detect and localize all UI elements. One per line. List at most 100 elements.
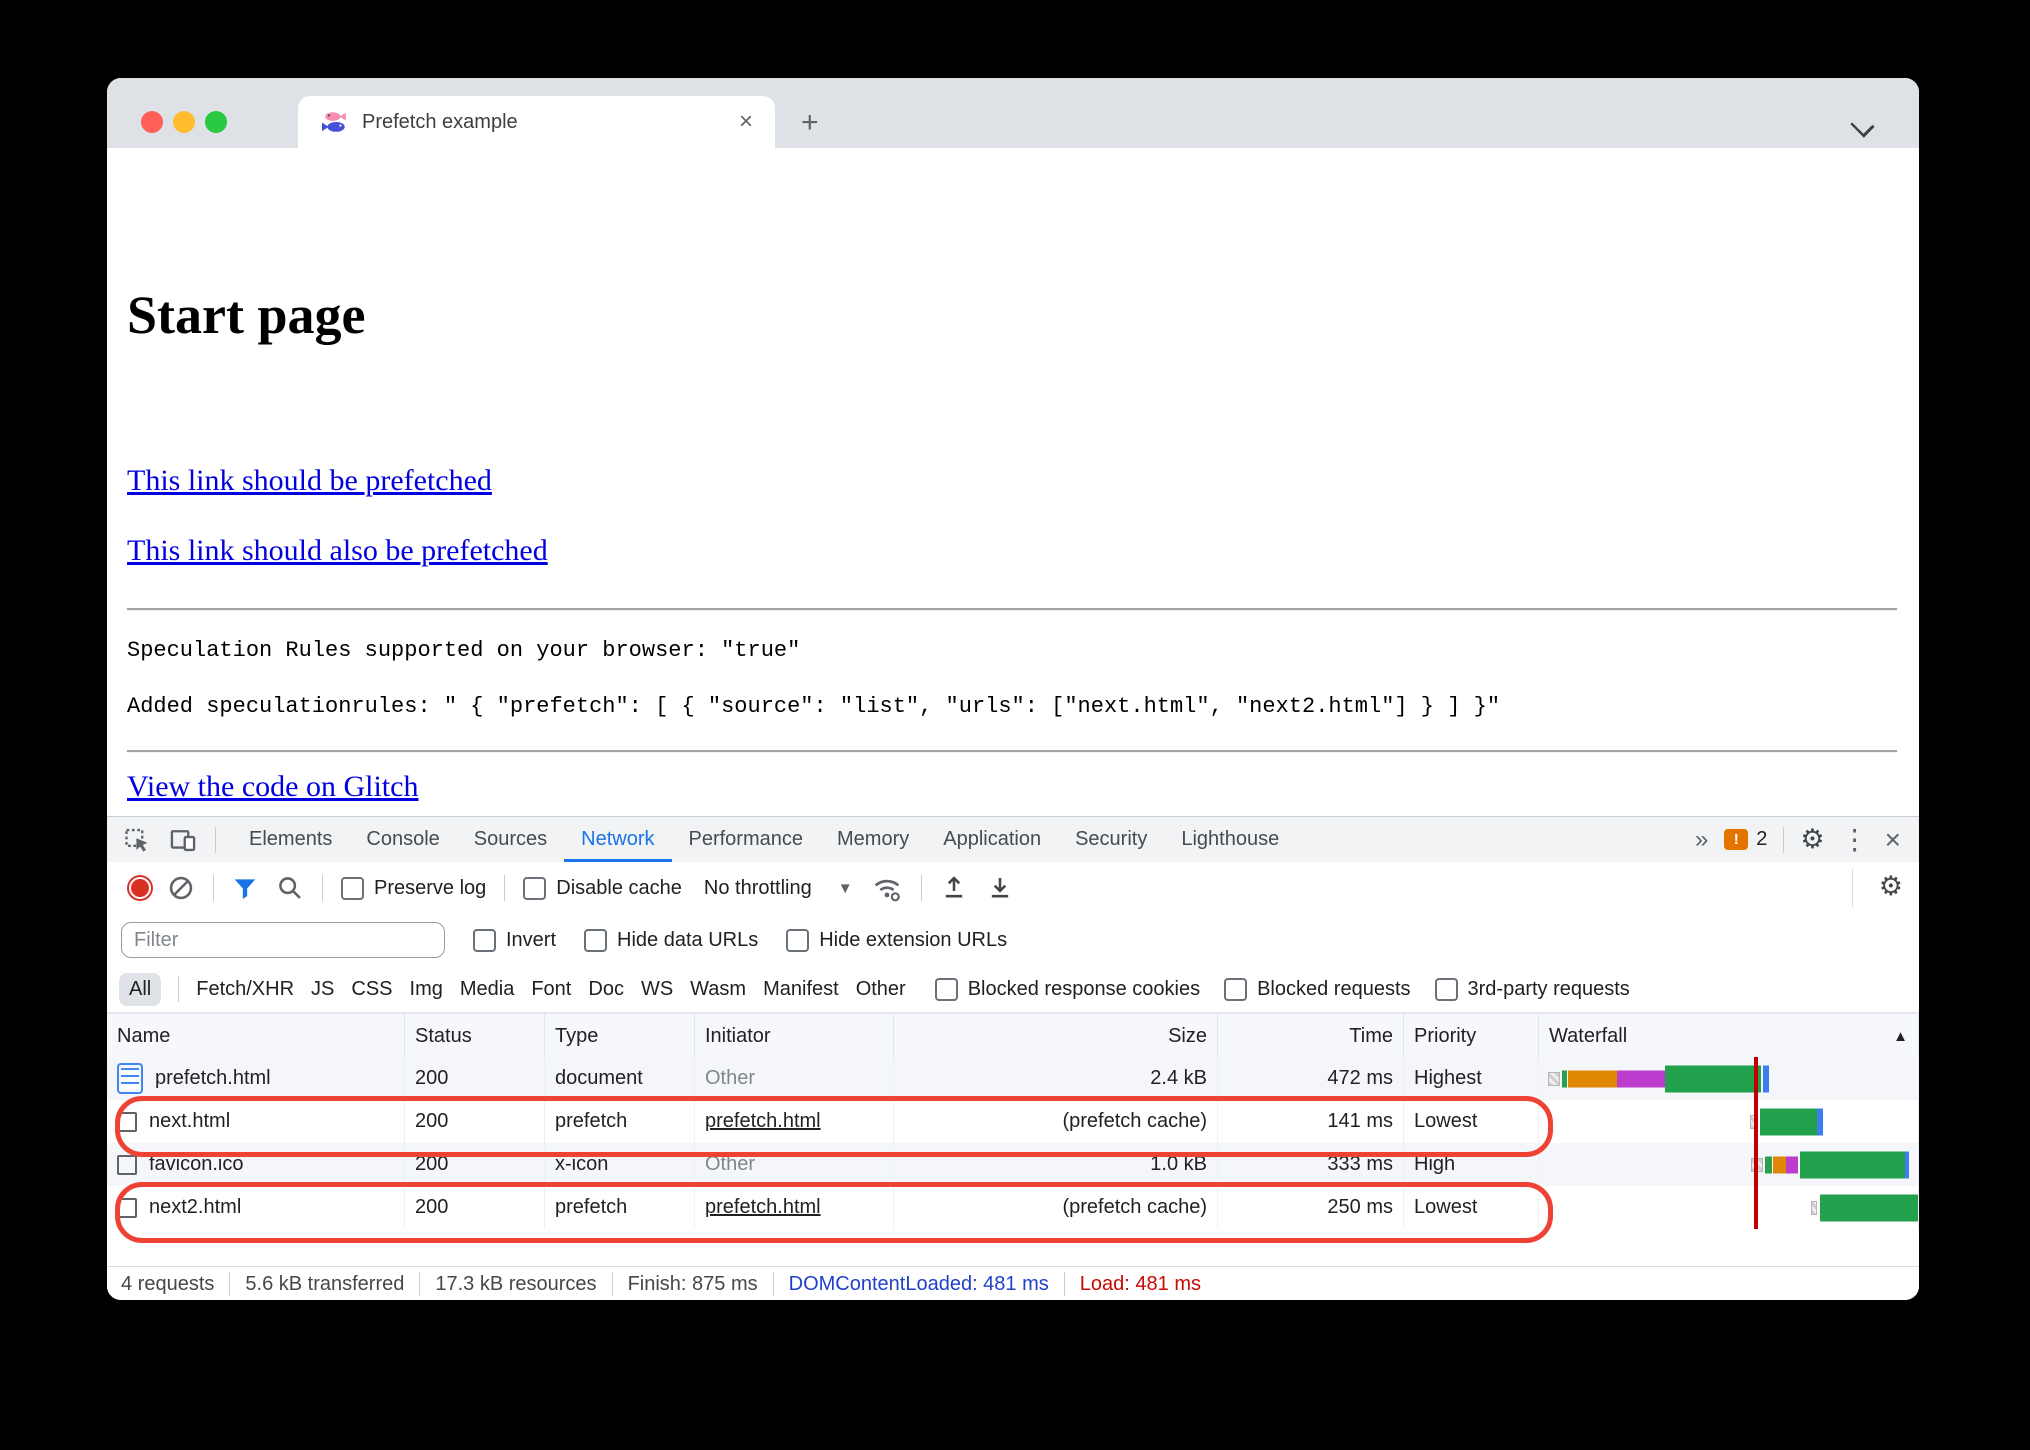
column-header-priority[interactable]: Priority: [1404, 1014, 1539, 1058]
devtools-tab-memory[interactable]: Memory: [820, 817, 926, 862]
cell-type: prefetch: [545, 1100, 695, 1143]
network-conditions-wifi-icon[interactable]: [871, 872, 903, 904]
separator: [419, 1272, 421, 1296]
type-filter-css[interactable]: CSS: [351, 978, 392, 1001]
filter-funnel-icon[interactable]: [232, 875, 258, 901]
type-filter-img[interactable]: Img: [410, 978, 443, 1001]
export-har-icon[interactable]: [986, 874, 1014, 902]
devtools-tab-console[interactable]: Console: [349, 817, 456, 862]
checkbox-box[interactable]: [1434, 977, 1458, 1001]
device-toolbar-icon[interactable]: [169, 826, 197, 854]
preserve-log-checkbox[interactable]: Preserve log: [341, 876, 486, 900]
tab-search-chevron-icon[interactable]: [1850, 113, 1875, 138]
network-row-next2-html[interactable]: next2.html 200 prefetch prefetch.html (prefe…: [107, 1186, 1919, 1229]
throttling-dropdown[interactable]: No throttling ▼: [704, 877, 853, 900]
record-network-log-button[interactable]: [131, 879, 149, 897]
devtools-tab-security[interactable]: Security: [1058, 817, 1164, 862]
column-header-type[interactable]: Type: [545, 1014, 695, 1058]
column-header-time[interactable]: Time: [1218, 1014, 1404, 1058]
summary-domcontentloaded: DOMContentLoaded: 481 ms: [788, 1272, 1049, 1295]
checkbox-box[interactable]: [473, 928, 496, 952]
fish-favicon-icon: [322, 112, 346, 132]
hide-data-urls-checkbox[interactable]: Hide data URLs: [584, 928, 758, 952]
type-filter-manifest[interactable]: Manifest: [763, 978, 839, 1001]
type-filter-media[interactable]: Media: [460, 978, 514, 1001]
sort-ascending-icon[interactable]: ▲: [1893, 1028, 1908, 1045]
cell-name[interactable]: next.html: [107, 1100, 405, 1143]
type-filter-doc[interactable]: Doc: [588, 978, 624, 1001]
clear-network-log-icon[interactable]: [167, 874, 195, 902]
cell-name[interactable]: next2.html: [107, 1186, 405, 1229]
filter-input[interactable]: Filter: [121, 922, 445, 958]
cell-name[interactable]: favicon.ico: [107, 1143, 405, 1186]
type-filter-fetch-xhr[interactable]: Fetch/XHR: [196, 978, 294, 1001]
separator: [1852, 869, 1853, 907]
type-filter-font[interactable]: Font: [531, 978, 571, 1001]
checkbox-box[interactable]: [1224, 977, 1248, 1001]
checkbox-box[interactable]: [341, 876, 364, 900]
inspect-element-icon[interactable]: [123, 826, 151, 854]
zoom-window-button[interactable]: [205, 111, 227, 133]
type-filter-ws[interactable]: WS: [641, 978, 673, 1001]
devtools-close-icon[interactable]: ×: [1885, 825, 1901, 854]
close-window-button[interactable]: [141, 111, 163, 133]
blocked-requests-checkbox[interactable]: Blocked requests: [1224, 977, 1411, 1001]
new-tab-button[interactable]: +: [801, 108, 819, 138]
network-row-favicon-ico[interactable]: favicon.ico 200 x-icon Other 1.0 kB 333 ms Hig…: [107, 1143, 1919, 1186]
initiator-value[interactable]: prefetch.html: [705, 1196, 821, 1219]
devtools-tab-performance[interactable]: Performance: [672, 817, 821, 862]
search-icon[interactable]: [276, 874, 304, 902]
network-settings-gear-icon[interactable]: ⚙: [1879, 873, 1903, 900]
type-filter-wasm[interactable]: Wasm: [690, 978, 746, 1001]
checkbox-box[interactable]: [934, 977, 958, 1001]
page-content: Start page This link should be prefetche…: [107, 238, 1919, 816]
devtools-settings-gear-icon[interactable]: ⚙: [1800, 826, 1824, 853]
hide-extension-urls-checkbox[interactable]: Hide extension URLs: [786, 928, 1007, 952]
prefetch-link-1[interactable]: This link should be prefetched: [127, 464, 492, 498]
file-icon: [117, 1197, 137, 1218]
invert-label: Invert: [506, 928, 557, 951]
type-filter-other[interactable]: Other: [856, 978, 906, 1001]
issues-count[interactable]: 2: [1756, 828, 1767, 851]
blocked-response-cookies-checkbox[interactable]: Blocked response cookies: [934, 977, 1200, 1001]
3rd-party-requests-checkbox[interactable]: 3rd-party requests: [1434, 977, 1630, 1001]
disable-cache-checkbox[interactable]: Disable cache: [523, 876, 682, 900]
devtools-tab-elements[interactable]: Elements: [232, 817, 349, 862]
initiator-value[interactable]: prefetch.html: [705, 1110, 821, 1133]
column-header-label: Priority: [1414, 1024, 1477, 1047]
cell-priority: Lowest: [1404, 1186, 1539, 1229]
cell-name[interactable]: prefetch.html: [107, 1057, 405, 1100]
column-header-label: Name: [117, 1024, 171, 1047]
column-header-initiator[interactable]: Initiator: [695, 1014, 894, 1058]
type-filter-js[interactable]: JS: [311, 978, 334, 1001]
minimize-window-button[interactable]: [173, 111, 195, 133]
tab-close-icon[interactable]: ×: [739, 110, 753, 134]
prefetch-link-2[interactable]: This link should also be prefetched: [127, 534, 548, 568]
column-header-waterfall[interactable]: Waterfall ▲: [1539, 1014, 1919, 1058]
import-har-icon[interactable]: [940, 874, 968, 902]
status-value: 200: [415, 1067, 449, 1089]
issues-warning-icon[interactable]: !: [1724, 829, 1749, 850]
checkbox-box[interactable]: [584, 928, 608, 952]
devtools-tab-sources[interactable]: Sources: [457, 817, 564, 862]
browser-tab[interactable]: Prefetch example ×: [298, 96, 775, 148]
type-filter-all[interactable]: All: [119, 972, 162, 1006]
devtools-menu-icon[interactable]: ⋮: [1841, 823, 1869, 856]
devtools-tab-application[interactable]: Application: [926, 817, 1058, 862]
devtools-tab-network[interactable]: Network: [564, 817, 671, 862]
column-header-name[interactable]: Name: [107, 1014, 405, 1058]
devtools-tab-lighthouse[interactable]: Lighthouse: [1164, 817, 1296, 862]
network-row-prefetch-html[interactable]: prefetch.html 200 document Other 2.4 kB 472 m…: [107, 1057, 1919, 1100]
more-tabs-chevron-icon[interactable]: »: [1695, 826, 1708, 854]
column-header-size[interactable]: Size: [894, 1014, 1218, 1058]
checkbox-box[interactable]: [523, 876, 547, 900]
invert-checkbox[interactable]: Invert: [473, 928, 557, 952]
column-header-label: Waterfall: [1549, 1024, 1628, 1047]
separator: [920, 875, 922, 901]
waterfall-load-marker-line: [1754, 1057, 1758, 1229]
column-header-label: Type: [555, 1024, 599, 1047]
network-row-next-html[interactable]: next.html 200 prefetch prefetch.html (prefet…: [107, 1100, 1919, 1143]
glitch-code-link[interactable]: View the code on Glitch: [127, 770, 418, 804]
column-header-status[interactable]: Status: [405, 1014, 545, 1058]
checkbox-box[interactable]: [786, 928, 810, 952]
